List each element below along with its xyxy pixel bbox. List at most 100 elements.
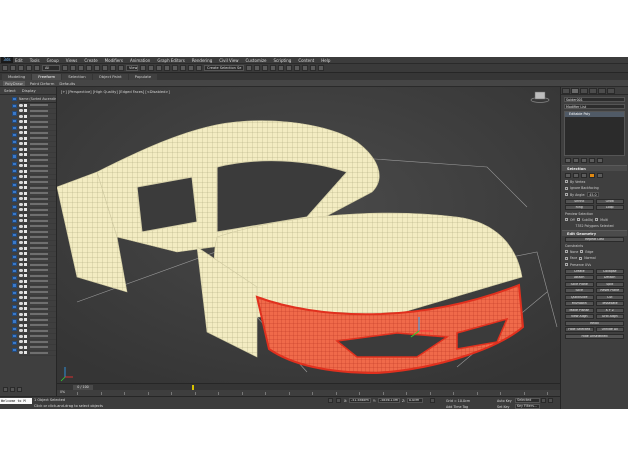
visibility-eye-icon[interactable]	[19, 136, 23, 140]
menu-animation[interactable]: Animation	[130, 58, 150, 63]
preview-multi-radio[interactable]	[595, 218, 599, 221]
move-icon[interactable]	[94, 65, 100, 71]
viewport-label-menu[interactable]: [+] [Perspective] [High Quality] [Edged …	[61, 90, 170, 94]
sync-selection-icon[interactable]	[12, 226, 17, 231]
schematic-view-icon[interactable]	[286, 65, 292, 71]
hide-unselected-button[interactable]: Hide Unselected	[565, 333, 624, 339]
constraint-normal-radio[interactable]	[579, 256, 583, 260]
visibility-eye-icon[interactable]	[19, 290, 23, 294]
auto-key-button[interactable]: Auto Key	[497, 399, 512, 403]
menu-modifiers[interactable]: Modifiers	[105, 58, 123, 63]
visibility-eye-icon[interactable]	[19, 329, 23, 333]
scene-explorer-options-icon[interactable]	[12, 233, 17, 238]
viewport-canvas[interactable]	[57, 87, 560, 383]
visibility-eye-icon[interactable]	[19, 202, 23, 206]
key-filters-button[interactable]: Key Filters...	[515, 404, 540, 409]
preview-off-radio[interactable]	[565, 218, 568, 221]
object-name-field[interactable]: Spider001	[564, 97, 625, 102]
visibility-eye-icon[interactable]	[19, 252, 23, 256]
rendered-frame-icon[interactable]	[310, 65, 316, 71]
visibility-eye-icon[interactable]	[19, 318, 23, 322]
make-planar-button[interactable]: Make Planar	[565, 307, 594, 313]
select-object-icon[interactable]	[62, 65, 68, 71]
keyboard-shortcut-icon[interactable]	[156, 65, 162, 71]
vertex-mode-icon[interactable]	[565, 172, 571, 178]
menu-help[interactable]: Help	[321, 58, 330, 63]
border-mode-icon[interactable]	[581, 172, 587, 178]
material-editor-icon[interactable]	[294, 65, 300, 71]
go-to-end-icon[interactable]	[541, 398, 546, 403]
menu-create[interactable]: Create	[84, 58, 97, 63]
constraint-none-radio[interactable]	[565, 250, 568, 253]
slice-button[interactable]: Slice	[565, 288, 594, 293]
filter-extra-13-icon[interactable]	[12, 326, 17, 331]
window-crossing-icon[interactable]	[86, 65, 92, 71]
find-filter-icon[interactable]	[12, 204, 17, 209]
filter-extra-1-icon[interactable]	[12, 240, 17, 245]
undo-icon[interactable]	[2, 65, 8, 71]
show-end-result-icon[interactable]	[573, 158, 579, 163]
selection-lock-icon[interactable]	[336, 398, 341, 403]
pivot-center-icon[interactable]	[140, 65, 146, 71]
slice-plane-button[interactable]: Slice Plane	[565, 281, 594, 287]
edit-named-sets-icon[interactable]	[196, 65, 202, 71]
grid-align-button[interactable]: Grid Align	[595, 314, 624, 319]
visibility-eye-icon[interactable]	[19, 131, 23, 135]
app-logo[interactable]: 3ds	[1, 57, 13, 63]
filter-extra-12-icon[interactable]	[12, 319, 17, 324]
ribbon-toggle-icon[interactable]	[270, 65, 276, 71]
menu-graph-editors[interactable]: Graph Editors	[157, 58, 184, 63]
visibility-eye-icon[interactable]	[19, 142, 23, 146]
modify-tab-icon[interactable]	[571, 88, 579, 94]
display-groups-icon[interactable]	[12, 140, 17, 145]
filter-extra-4-icon[interactable]	[12, 261, 17, 267]
align-icon[interactable]	[254, 65, 260, 71]
select-manipulate-icon[interactable]	[148, 65, 154, 71]
repeat-last-button[interactable]: Repeat Last	[565, 237, 624, 242]
visibility-eye-icon[interactable]	[19, 285, 23, 289]
redo-icon[interactable]	[10, 65, 16, 71]
time-slider[interactable]: 0 / 100	[57, 383, 560, 390]
menu-group[interactable]: Group	[47, 58, 59, 63]
visibility-eye-icon[interactable]	[19, 279, 23, 283]
display-containers-icon[interactable]	[12, 161, 17, 166]
display-xrefs-icon[interactable]	[12, 147, 17, 152]
menu-edit[interactable]: Edit	[15, 58, 23, 63]
layer-icon[interactable]	[3, 387, 8, 392]
display-lights-icon[interactable]	[12, 111, 17, 116]
by-vertex-checkbox[interactable]	[565, 180, 568, 183]
edit-geometry-rollout[interactable]: Edit Geometry	[562, 229, 627, 236]
visibility-eye-icon[interactable]	[19, 147, 23, 151]
filter-extra-15-icon[interactable]	[12, 340, 17, 346]
select-by-name-icon[interactable]	[70, 65, 76, 71]
loop-button[interactable]: Loop	[595, 205, 624, 210]
visibility-eye-icon[interactable]	[19, 213, 23, 217]
attach-button[interactable]: Attach	[565, 275, 594, 280]
relax-button[interactable]: Relax	[565, 320, 624, 326]
visibility-eye-icon[interactable]	[19, 268, 23, 272]
display-bones-icon[interactable]	[12, 154, 17, 159]
polygon-mode-icon[interactable]	[589, 172, 595, 178]
invert-display-icon[interactable]	[12, 197, 17, 202]
hierarchy-icon[interactable]	[10, 387, 15, 392]
filter-extra-3-icon[interactable]	[12, 254, 17, 259]
filter-extra-2-icon[interactable]	[12, 247, 17, 252]
preserve-uvs-checkbox[interactable]	[565, 263, 568, 266]
select-children-icon[interactable]	[12, 211, 17, 216]
key-mode-dropdown[interactable]: Selected	[515, 398, 540, 403]
set-key-button[interactable]: Set Key	[497, 405, 509, 409]
rect-selection-icon[interactable]	[78, 65, 84, 71]
menu-customize[interactable]: Customize	[246, 58, 267, 63]
visibility-eye-icon[interactable]	[19, 345, 23, 349]
element-mode-icon[interactable]	[597, 172, 603, 178]
visibility-eye-icon[interactable]	[19, 153, 23, 157]
create-button[interactable]: Create	[565, 268, 594, 274]
z-coordinate-field[interactable]: 0.0cm	[407, 398, 423, 403]
render-icon[interactable]	[318, 65, 324, 71]
rotate-icon[interactable]	[102, 65, 108, 71]
cut-button[interactable]: Cut	[595, 294, 624, 300]
link-icon[interactable]	[18, 65, 24, 71]
by-angle-field[interactable]: 45.0	[587, 192, 600, 197]
stack-item-editable-poly[interactable]: Editable Poly	[565, 112, 624, 117]
viewcube-icon[interactable]	[530, 91, 550, 103]
